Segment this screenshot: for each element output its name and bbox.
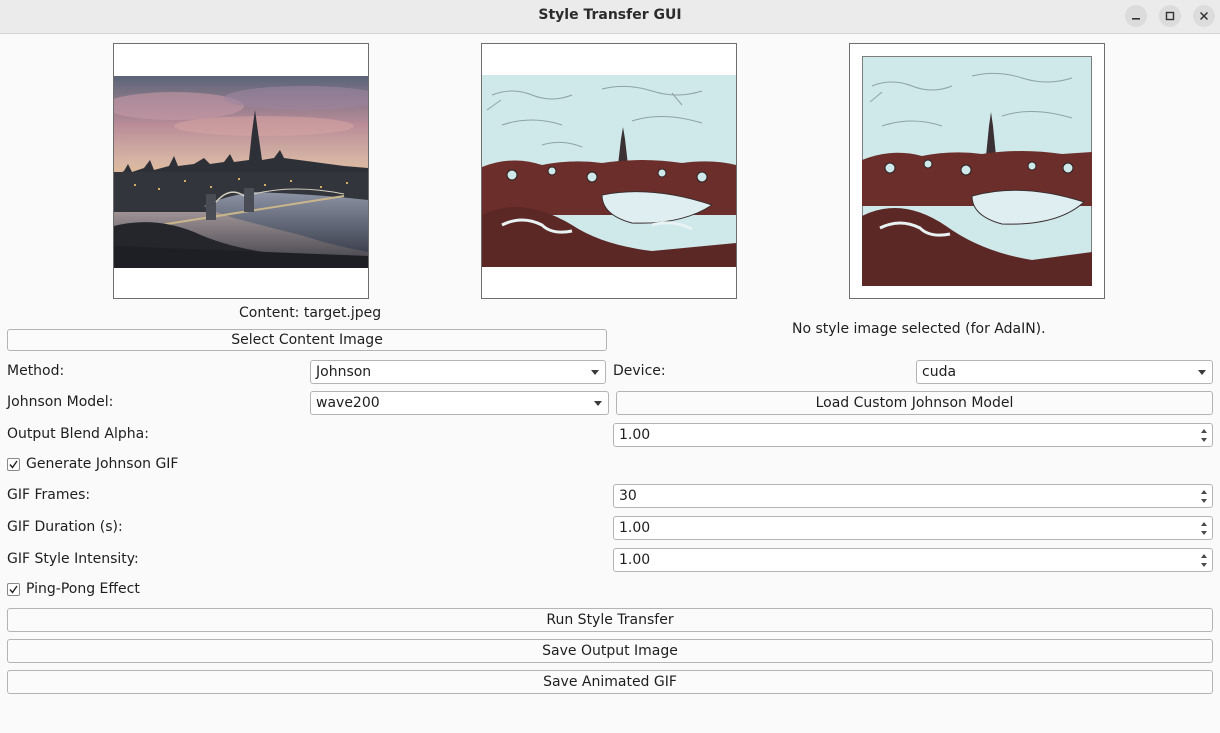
gif-frames-spinbox[interactable]: 30 xyxy=(613,484,1213,508)
spin-down-icon[interactable] xyxy=(1201,438,1207,442)
style-caption: No style image selected (for AdaIN). xyxy=(792,321,1046,337)
spin-up-icon[interactable] xyxy=(1201,429,1207,433)
model-value: wave200 xyxy=(316,395,380,411)
run-style-transfer-button[interactable]: Run Style Transfer xyxy=(7,608,1213,632)
spin-up-icon[interactable] xyxy=(1201,554,1207,558)
close-icon xyxy=(1199,11,1209,21)
gif-intensity-value: 1.00 xyxy=(619,552,651,568)
spin-up-icon[interactable] xyxy=(1201,522,1207,526)
gif-intensity-spinbox[interactable]: 1.00 xyxy=(613,548,1213,572)
checkmark-icon xyxy=(9,585,18,594)
generate-gif-label: Generate Johnson GIF xyxy=(26,456,179,472)
close-button[interactable] xyxy=(1193,5,1215,27)
save-output-image-button[interactable]: Save Output Image xyxy=(7,639,1213,663)
device-value: cuda xyxy=(922,364,957,380)
device-select[interactable]: cuda xyxy=(916,360,1213,384)
style-image xyxy=(862,56,1092,286)
content-caption: Content: target.jpeg xyxy=(239,305,382,321)
maximize-button[interactable] xyxy=(1159,5,1181,27)
pingpong-label: Ping-Pong Effect xyxy=(26,581,140,597)
method-label: Method: xyxy=(7,363,65,379)
gif-frames-value: 30 xyxy=(619,488,637,504)
minimize-icon xyxy=(1132,18,1140,20)
alpha-label: Output Blend Alpha: xyxy=(7,426,149,442)
title-bar: Style Transfer GUI xyxy=(0,0,1220,34)
window-title: Style Transfer GUI xyxy=(538,7,682,23)
generate-gif-checkbox[interactable] xyxy=(7,458,20,471)
spin-down-icon[interactable] xyxy=(1201,499,1207,503)
style-image-preview xyxy=(849,43,1105,299)
output-image xyxy=(482,75,736,267)
spin-down-icon[interactable] xyxy=(1201,531,1207,535)
device-label: Device: xyxy=(613,363,666,379)
content-image-preview xyxy=(113,43,369,299)
alpha-spinbox[interactable]: 1.00 xyxy=(613,423,1213,447)
chevron-down-icon xyxy=(591,370,599,375)
gif-duration-value: 1.00 xyxy=(619,520,651,536)
method-select[interactable]: Johnson xyxy=(310,360,606,384)
content-image xyxy=(114,76,368,268)
alpha-value: 1.00 xyxy=(619,427,651,443)
spin-up-icon[interactable] xyxy=(1201,490,1207,494)
checkmark-icon xyxy=(9,460,18,469)
model-label: Johnson Model: xyxy=(7,394,114,410)
gif-intensity-label: GIF Style Intensity: xyxy=(7,551,139,567)
gif-duration-spinbox[interactable]: 1.00 xyxy=(613,516,1213,540)
minimize-button[interactable] xyxy=(1125,5,1147,27)
method-value: Johnson xyxy=(316,364,372,380)
load-custom-model-button[interactable]: Load Custom Johnson Model xyxy=(616,391,1213,415)
spin-down-icon[interactable] xyxy=(1201,563,1207,567)
maximize-icon xyxy=(1165,11,1175,21)
chevron-down-icon xyxy=(1198,370,1206,375)
chevron-down-icon xyxy=(594,401,602,406)
pingpong-checkbox[interactable] xyxy=(7,583,20,596)
model-select[interactable]: wave200 xyxy=(310,391,609,415)
output-image-preview xyxy=(481,43,737,299)
save-animated-gif-button[interactable]: Save Animated GIF xyxy=(7,670,1213,694)
gif-duration-label: GIF Duration (s): xyxy=(7,519,123,535)
select-content-button[interactable]: Select Content Image xyxy=(7,329,607,351)
gif-frames-label: GIF Frames: xyxy=(7,487,91,503)
